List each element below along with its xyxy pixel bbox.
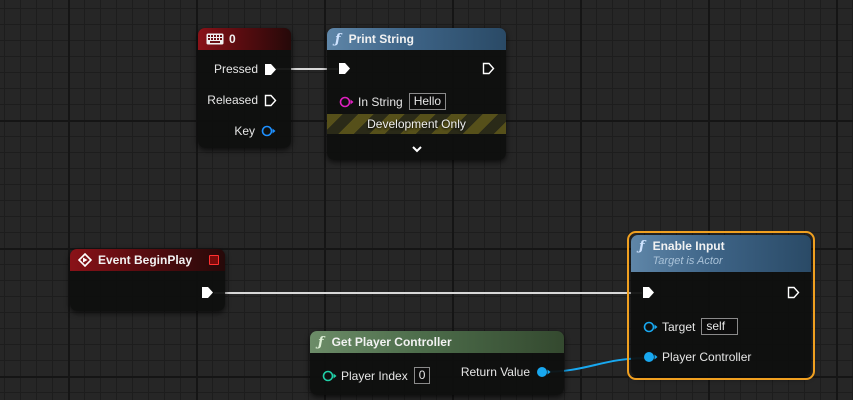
event-begin-play-title: Event BeginPlay (98, 253, 193, 267)
print-string-node[interactable]: ƒ Print String In String Hello Developme… (327, 28, 506, 160)
exec-in-filled-icon[interactable] (338, 62, 351, 75)
keyboard-icon (206, 33, 224, 45)
function-icon: ƒ (335, 31, 341, 47)
released-pin-row[interactable]: Released (207, 93, 277, 107)
selection-outline (627, 231, 815, 380)
exec-out-empty-icon[interactable] (482, 62, 495, 75)
in-string-input[interactable]: Hello (408, 93, 447, 110)
event-begin-play-node[interactable]: Event BeginPlay (70, 249, 225, 311)
key-event-title: 0 (229, 32, 236, 46)
development-only-banner: Development Only (327, 114, 506, 134)
development-only-label: Development Only (367, 117, 466, 131)
key-event-header[interactable]: 0 (198, 28, 291, 50)
return-value-label: Return Value (460, 365, 530, 379)
event-begin-play-header[interactable]: Event BeginPlay (70, 249, 225, 271)
int-pin-icon[interactable] (322, 370, 338, 382)
object-pin-connected-icon[interactable] (536, 366, 552, 378)
print-string-header[interactable]: ƒ Print String (327, 28, 506, 50)
return-value-pin-row[interactable]: Return Value (461, 365, 552, 379)
print-exec-in-row[interactable] (338, 62, 351, 75)
player-index-label: Player Index (341, 368, 408, 383)
beginplay-exec-out-row[interactable] (201, 286, 214, 299)
string-pin-icon[interactable] (339, 96, 355, 108)
delegate-pin-icon[interactable] (209, 255, 219, 265)
get-player-controller-node[interactable]: ƒ Get Player Controller Player Index 0 R… (310, 331, 564, 395)
event-diamond-icon (78, 253, 92, 267)
struct-pin-icon[interactable] (261, 125, 277, 137)
pressed-pin-row[interactable]: Pressed (214, 62, 277, 76)
player-index-input[interactable]: 0 (413, 367, 431, 384)
exec-out-empty-icon[interactable] (264, 94, 277, 107)
print-string-title: Print String (348, 32, 414, 46)
key-event-node[interactable]: 0 Pressed Released Key (198, 28, 291, 148)
key-pin-row[interactable]: Key (234, 124, 277, 138)
pressed-label: Pressed (213, 62, 258, 76)
exec-out-filled-icon[interactable] (201, 286, 214, 299)
chevron-down-icon[interactable] (410, 142, 424, 156)
released-label: Released (207, 93, 258, 107)
player-index-pin-row[interactable]: Player Index 0 (322, 367, 431, 384)
in-string-row[interactable]: In String Hello (339, 93, 447, 110)
key-label: Key (234, 124, 255, 138)
get-player-controller-title: Get Player Controller (331, 335, 452, 349)
in-string-label: In String (358, 94, 403, 109)
print-exec-out-row[interactable] (482, 62, 495, 75)
exec-out-filled-icon[interactable] (264, 63, 277, 76)
function-icon: ƒ (318, 334, 324, 350)
get-player-controller-header[interactable]: ƒ Get Player Controller (310, 331, 564, 353)
